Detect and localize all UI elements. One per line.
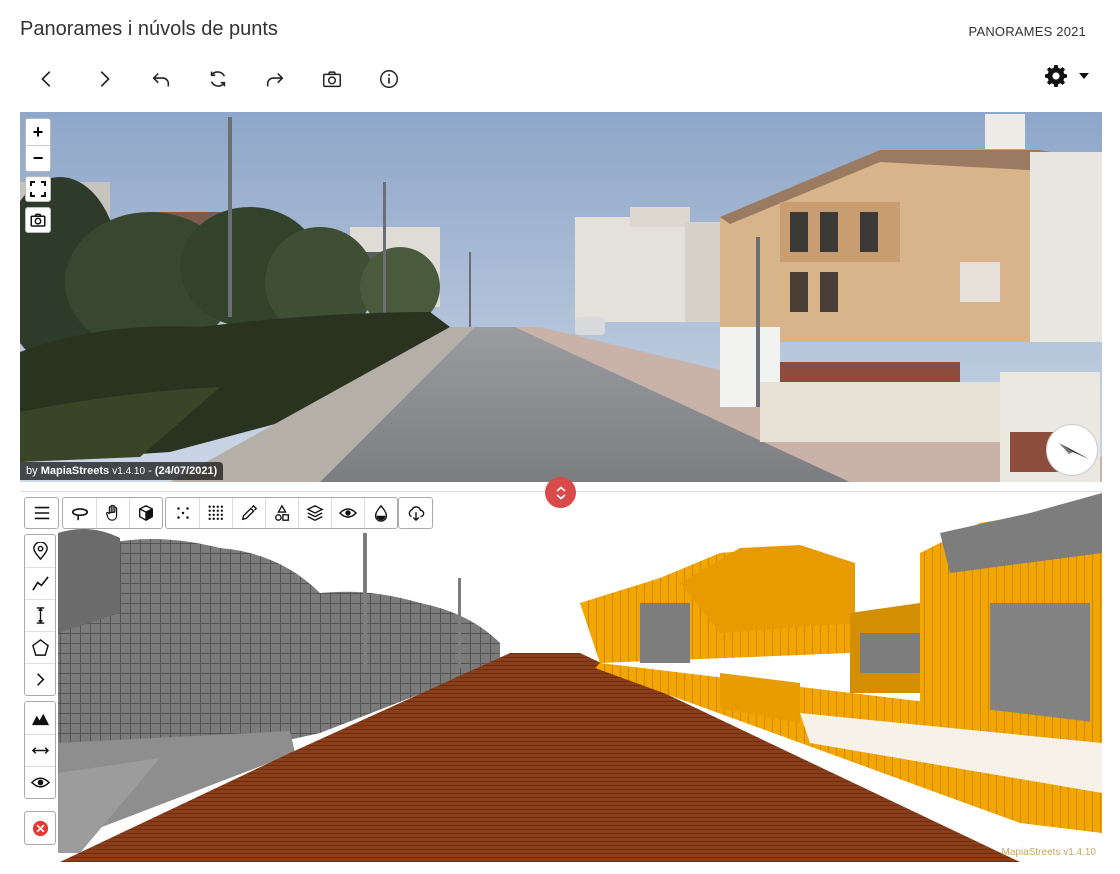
eyedropper-icon [241, 504, 258, 521]
cube-icon [139, 505, 153, 521]
camera-icon [323, 71, 341, 88]
point-cloud-render [20, 493, 1102, 862]
street-panorama-image [20, 112, 1102, 482]
more-tools-button[interactable] [25, 663, 55, 695]
profile-button[interactable] [25, 702, 55, 734]
main-toolbar [28, 62, 427, 96]
viewer-watermark: MapiaStreets v1.4.10 [1001, 847, 1097, 858]
pano-snapshot-button[interactable] [25, 207, 51, 233]
download-cloud-button[interactable] [399, 498, 432, 528]
orbit-button[interactable] [63, 498, 96, 528]
gear-icon [1045, 65, 1067, 87]
collection-label: PANORAMES 2021 [968, 24, 1086, 39]
divider-resize-handle[interactable] [545, 477, 576, 508]
panorama-viewer[interactable]: + − by MapiaStreets v1.4.10 - (24/07/202… [20, 112, 1102, 482]
chevron-left-icon [41, 71, 51, 87]
toggle-measures-visibility-button[interactable] [25, 766, 55, 798]
credit-sep: - [148, 465, 152, 477]
credit-version: v1.4.10 [112, 466, 146, 477]
settings-menu-button[interactable] [1044, 64, 1090, 88]
horizontal-measure-icon [31, 747, 49, 754]
undo-button[interactable] [142, 62, 180, 96]
credit-brand: MapiaStreets [40, 465, 110, 477]
fullscreen-icon [30, 181, 46, 197]
sparse-points-button[interactable] [166, 498, 199, 528]
snapshot-button[interactable] [313, 62, 351, 96]
menu-button[interactable] [25, 498, 58, 528]
caret-down-icon [1079, 73, 1089, 79]
download-group [398, 497, 433, 529]
distance-button[interactable] [25, 567, 55, 599]
back-button[interactable] [28, 62, 66, 96]
point-cloud-viewer[interactable]: MapiaStreets v1.4.10 [20, 493, 1102, 862]
refresh-icon [210, 71, 226, 87]
layers-button[interactable] [298, 498, 331, 528]
zoom-in-button[interactable]: + [26, 119, 50, 145]
clear-measures-button[interactable] [25, 812, 55, 844]
cloud-download-icon [408, 506, 424, 522]
zoom-control: + − [25, 118, 51, 172]
credit-date: (24/07/2021) [154, 465, 218, 477]
analysis-tools [24, 701, 56, 799]
compass-icon [1059, 443, 1089, 459]
color-drop-button[interactable] [364, 498, 397, 528]
redo-icon [266, 72, 284, 87]
horizontal-measure-button[interactable] [25, 734, 55, 766]
pan-button[interactable] [96, 498, 129, 528]
visibility-button[interactable] [331, 498, 364, 528]
clear-group [24, 811, 56, 845]
polygon-icon [31, 639, 49, 656]
height-button[interactable] [25, 599, 55, 631]
redo-button[interactable] [256, 62, 294, 96]
compass-button[interactable] [1046, 424, 1098, 476]
polyline-icon [31, 576, 49, 591]
chevron-right-icon [36, 673, 44, 686]
refresh-button[interactable] [199, 62, 237, 96]
zoom-out-button[interactable]: − [26, 145, 50, 171]
menu-group [24, 497, 59, 529]
eye-icon [30, 777, 50, 788]
location-pin-icon [32, 541, 48, 560]
app-page: Panorames i núvols de punts PANORAMES 20… [0, 0, 1120, 874]
forward-button[interactable] [85, 62, 123, 96]
undo-icon [152, 72, 170, 87]
chevron-right-icon [100, 71, 110, 87]
display-tools [165, 497, 398, 529]
measure-tools [24, 534, 56, 696]
layers-icon [306, 505, 324, 521]
orbit-icon [71, 508, 88, 521]
credit-prefix: by [26, 465, 38, 477]
fullscreen-button[interactable] [25, 176, 51, 202]
page-title: Panorames i núvols de punts [20, 18, 278, 40]
terrain-profile-icon [31, 713, 49, 725]
eyedropper-button[interactable] [232, 498, 265, 528]
drop-icon [374, 504, 388, 522]
info-button[interactable] [370, 62, 408, 96]
area-button[interactable] [25, 631, 55, 663]
close-red-icon [32, 820, 48, 836]
navigation-tools [62, 497, 163, 529]
height-measure-icon [36, 607, 44, 624]
expand-vertical-icon [555, 485, 566, 500]
dense-points-button[interactable] [199, 498, 232, 528]
pan-hand-icon [106, 504, 118, 521]
point-marker-button[interactable] [25, 535, 55, 567]
panorama-credit: by MapiaStreets v1.4.10 - (24/07/2021) [20, 462, 224, 480]
eye-icon [339, 508, 357, 518]
dense-points-icon [208, 505, 224, 521]
shapes-button[interactable] [265, 498, 298, 528]
info-icon [380, 70, 398, 88]
sparse-points-icon [176, 507, 189, 519]
shapes-icon [275, 504, 289, 521]
menu-icon [34, 506, 49, 520]
cube-view-button[interactable] [129, 498, 162, 528]
camera-icon [30, 213, 46, 227]
